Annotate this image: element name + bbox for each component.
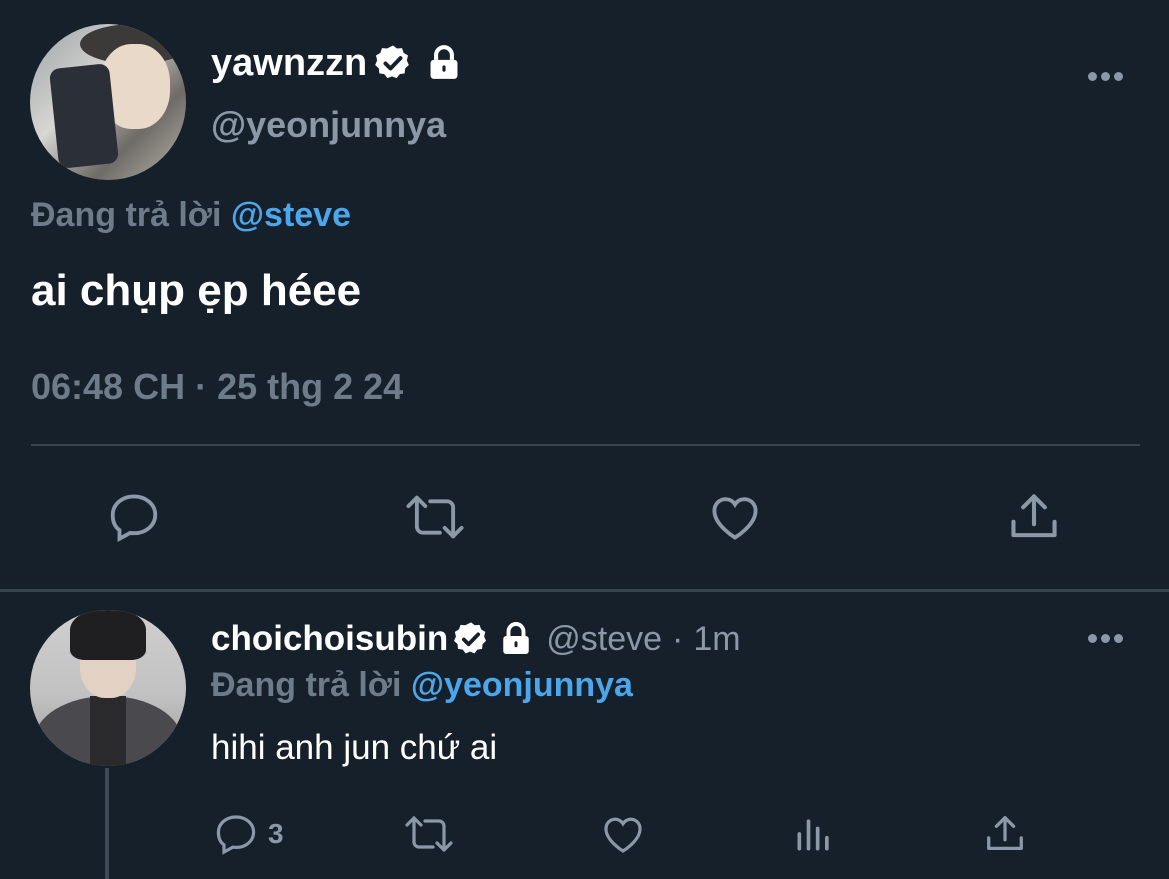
replying-mention-link[interactable]: @yeonjunnya <box>411 666 633 704</box>
share-icon <box>987 816 1023 851</box>
replying-to: Đang trả lời @steve <box>31 196 351 235</box>
like-button[interactable] <box>598 810 648 858</box>
replying-to: Đang trả lời @yeonjunnya <box>211 666 633 705</box>
like-button[interactable] <box>704 488 766 546</box>
reply-avatar[interactable] <box>30 610 186 766</box>
reply-tweet-text: hihi anh jun chứ ai <box>211 728 498 767</box>
main-tweet: yawnzzn @yeonjunnya Đang trả lời @steve … <box>0 0 1169 590</box>
reply-author-handle[interactable]: @steve <box>546 620 662 659</box>
more-options-icon[interactable] <box>1088 630 1128 644</box>
separator-dot: · <box>672 619 684 658</box>
tweet-text: ai chụp ẹp héee <box>31 266 362 315</box>
thread-line <box>105 768 109 879</box>
verified-badge-icon <box>375 45 410 79</box>
reply-author-row[interactable]: choichoisubin @steve · 1m <box>211 618 741 660</box>
reply-author-display-name[interactable]: choichoisubin <box>211 619 448 659</box>
stats-icon <box>797 819 829 851</box>
author-display-name[interactable]: yawnzzn <box>211 42 367 85</box>
lock-icon <box>430 45 458 79</box>
divider <box>31 444 1140 446</box>
like-icon <box>712 497 758 540</box>
lock-icon <box>503 622 529 654</box>
reply-icon <box>110 494 158 543</box>
reply-button[interactable] <box>104 488 164 546</box>
reply-count: 3 <box>268 818 284 849</box>
like-icon <box>604 817 642 853</box>
retweet-icon <box>405 816 453 852</box>
replying-mention-link[interactable]: @steve <box>231 196 351 234</box>
share-button[interactable] <box>982 810 1028 858</box>
more-options-icon[interactable] <box>1088 68 1128 82</box>
verified-badge-icon <box>454 622 487 654</box>
avatar[interactable] <box>30 24 186 180</box>
author-name-row[interactable]: yawnzzn <box>211 40 463 86</box>
retweet-button[interactable] <box>400 488 470 546</box>
replying-label: Đang trả lời <box>211 666 402 704</box>
section-divider <box>0 589 1169 592</box>
share-button[interactable] <box>1004 488 1064 546</box>
reply-time[interactable]: 1m <box>693 620 740 659</box>
tweet-timestamp[interactable]: 06:48 CH · 25 thg 2 24 <box>31 366 403 408</box>
retweet-icon <box>406 495 464 539</box>
author-handle[interactable]: @yeonjunnya <box>211 104 446 146</box>
replying-label: Đang trả lời <box>31 196 222 234</box>
share-icon <box>1011 494 1057 538</box>
reply-button[interactable]: 3 <box>212 810 284 858</box>
retweet-button[interactable] <box>400 810 458 858</box>
view-stats-button[interactable] <box>792 810 836 858</box>
reply-icon <box>216 815 256 855</box>
